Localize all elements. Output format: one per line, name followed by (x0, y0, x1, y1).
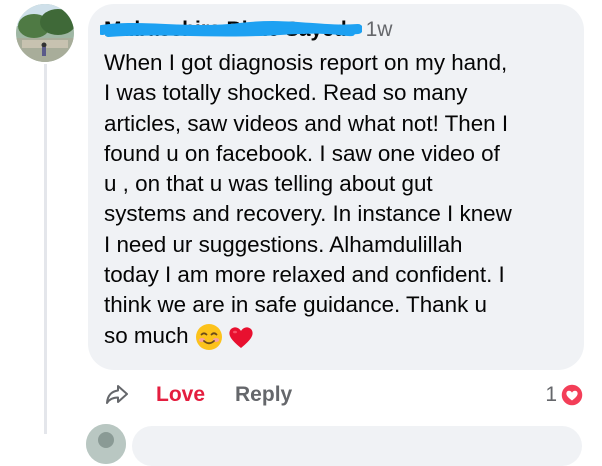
redaction-scribble (100, 21, 362, 37)
love-button[interactable]: Love (156, 383, 205, 407)
avatar-image (16, 4, 74, 62)
smiling-face-icon (195, 323, 222, 350)
reaction-summary[interactable]: 1 (545, 378, 584, 412)
next-avatar-image (86, 424, 126, 464)
comment-text: When I got diagnosis report on my hand, … (104, 48, 574, 351)
comment-line: When I got diagnosis report on my hand, (104, 50, 508, 75)
comment-line: articles, saw videos and what not! Then … (104, 110, 509, 136)
comment-line: u , on that u was telling about gut (104, 171, 433, 197)
next-comment-avatar[interactable] (86, 424, 126, 464)
love-reaction-icon (560, 383, 584, 407)
comment-line: I was totally shocked. Read so many (104, 80, 468, 106)
emoji-row (195, 323, 255, 351)
red-heart-icon (229, 327, 253, 348)
comment-bubble: Mubasshira Binte Sayed · 1w When I got d… (88, 4, 584, 370)
share-icon[interactable] (104, 382, 130, 408)
comment-actions: Love Reply (104, 378, 292, 412)
comment-line: so much (104, 322, 189, 348)
comment-line: think we are in safe guidance. Thank u (104, 292, 487, 318)
author-name[interactable]: Mubasshira Binte Sayed (100, 18, 362, 42)
reply-button[interactable]: Reply (235, 383, 292, 407)
comment-line: today I am more relaxed and confident. I (104, 262, 505, 288)
reaction-count: 1 (545, 383, 557, 406)
comment-line: I need ur suggestions. Alhamdulillah (104, 231, 463, 257)
thread-line (44, 64, 47, 434)
comment-line: found u on facebook. I saw one video of (104, 140, 500, 166)
comment-header: Mubasshira Binte Sayed · 1w (100, 16, 393, 44)
author-avatar[interactable] (16, 4, 74, 62)
comment-timestamp[interactable]: 1w (366, 18, 393, 41)
next-comment-bubble (132, 426, 582, 466)
comment-line: systems and recovery. In instance I knew (104, 201, 512, 227)
